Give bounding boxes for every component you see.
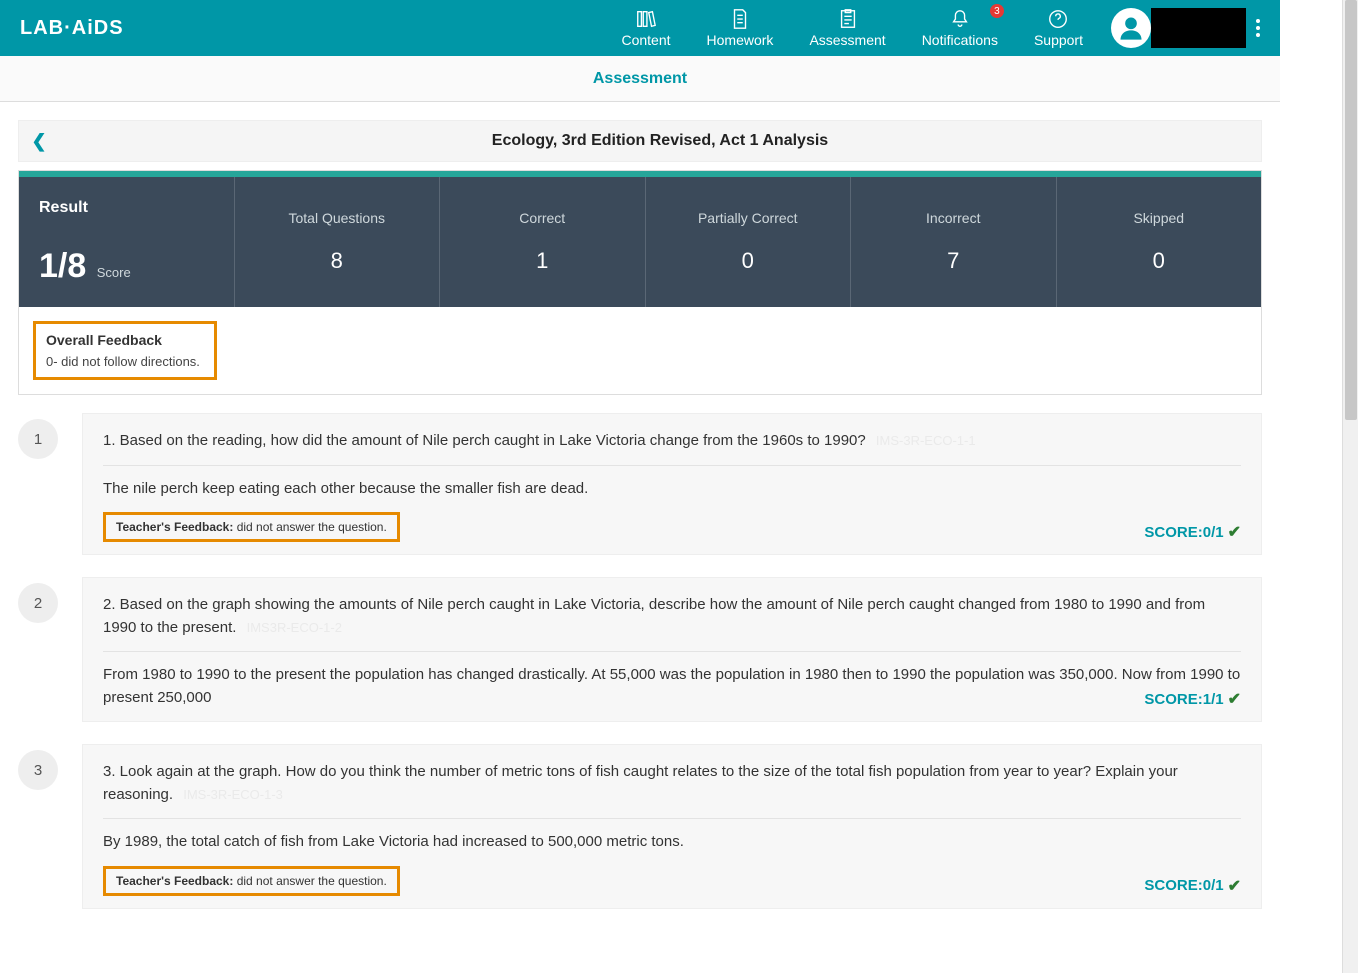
feedback-label: Teacher's Feedback: bbox=[116, 520, 233, 534]
books-icon bbox=[635, 8, 657, 30]
questions-list: 1 1. Based on the reading, how did the a… bbox=[18, 413, 1262, 909]
nav-label: Notifications bbox=[922, 32, 998, 48]
results-panel: Result 1/8 Score Total Questions 8 Corre… bbox=[18, 170, 1262, 395]
overall-feedback-text: 0- did not follow directions. bbox=[46, 354, 200, 369]
feedback-text: did not answer the question. bbox=[237, 874, 387, 888]
clipboard-icon bbox=[837, 8, 859, 30]
question-number: 2 bbox=[18, 583, 58, 623]
feedback-text: did not answer the question. bbox=[237, 520, 387, 534]
help-icon bbox=[1047, 8, 1069, 30]
col-value: 8 bbox=[331, 248, 343, 274]
nav-support[interactable]: Support bbox=[1016, 0, 1101, 56]
question-prompt: 1. Based on the reading, how did the amo… bbox=[103, 432, 866, 449]
question-score: SCORE: 0/1 ✔ bbox=[1144, 522, 1241, 542]
student-answer: From 1980 to 1990 to the present the pop… bbox=[103, 664, 1241, 709]
col-value: 1 bbox=[536, 248, 548, 274]
scrollbar[interactable]: ▴ bbox=[1342, 0, 1358, 973]
check-icon: ✔ bbox=[1228, 876, 1241, 896]
teacher-feedback-box: Teacher's Feedback: did not answer the q… bbox=[103, 866, 400, 896]
nav-label: Content bbox=[621, 32, 670, 48]
subheader: Assessment bbox=[0, 56, 1280, 102]
col-label: Incorrect bbox=[926, 210, 980, 226]
nav-notifications[interactable]: 3 Notifications bbox=[904, 0, 1016, 56]
question-code: IMS-3R-ECO-1-3 bbox=[183, 787, 283, 802]
question-number: 1 bbox=[18, 419, 58, 459]
check-icon: ✔ bbox=[1228, 689, 1241, 709]
overall-feedback-box: Overall Feedback 0- did not follow direc… bbox=[33, 321, 217, 380]
col-label: Partially Correct bbox=[698, 210, 798, 226]
col-label: Skipped bbox=[1133, 210, 1184, 226]
notification-badge: 3 bbox=[990, 4, 1004, 18]
bell-icon bbox=[949, 8, 971, 30]
result-label: Result bbox=[39, 199, 88, 217]
col-value: 7 bbox=[947, 248, 959, 274]
kebab-menu[interactable] bbox=[1256, 19, 1260, 37]
score-suffix: Score bbox=[97, 265, 131, 280]
topbar: LAB·AiDS Content Homework Assessment 3 bbox=[0, 0, 1280, 56]
question-number: 3 bbox=[18, 750, 58, 790]
question-row: 3 3. Look again at the graph. How do you… bbox=[18, 744, 1262, 909]
nav-assessment[interactable]: Assessment bbox=[791, 0, 903, 56]
student-answer: The nile perch keep eating each other be… bbox=[103, 478, 1241, 501]
nav-content[interactable]: Content bbox=[603, 0, 688, 56]
question-score: SCORE: 1/1 ✔ bbox=[1144, 689, 1241, 709]
nav-label: Support bbox=[1034, 32, 1083, 48]
username-redacted bbox=[1151, 8, 1246, 48]
question-code: IMS3R-ECO-1-2 bbox=[247, 620, 342, 635]
question-score: SCORE: 0/1 ✔ bbox=[1144, 876, 1241, 896]
col-label: Total Questions bbox=[289, 210, 386, 226]
teacher-feedback-box: Teacher's Feedback: did not answer the q… bbox=[103, 512, 400, 542]
assessment-title: Ecology, 3rd Edition Revised, Act 1 Anal… bbox=[59, 132, 1261, 150]
nav-label: Assessment bbox=[809, 32, 885, 48]
col-label: Correct bbox=[519, 210, 565, 226]
document-icon bbox=[729, 8, 751, 30]
col-value: 0 bbox=[1153, 248, 1165, 274]
question-row: 1 1. Based on the reading, how did the a… bbox=[18, 413, 1262, 555]
title-row: ❮ Ecology, 3rd Edition Revised, Act 1 An… bbox=[18, 120, 1262, 162]
nav-homework[interactable]: Homework bbox=[689, 0, 792, 56]
feedback-label: Teacher's Feedback: bbox=[116, 874, 233, 888]
question-row: 2 2. Based on the graph showing the amou… bbox=[18, 577, 1262, 722]
question-code: IMS-3R-ECO-1-1 bbox=[876, 433, 976, 448]
back-button[interactable]: ❮ bbox=[19, 131, 59, 152]
col-value: 0 bbox=[742, 248, 754, 274]
user-block[interactable] bbox=[1111, 8, 1246, 48]
check-icon: ✔ bbox=[1228, 522, 1241, 542]
score-value: 1/8 bbox=[39, 247, 86, 285]
subheader-title: Assessment bbox=[593, 70, 687, 88]
nav-label: Homework bbox=[707, 32, 774, 48]
logo: LAB·AiDS bbox=[20, 17, 124, 40]
student-answer: By 1989, the total catch of fish from La… bbox=[103, 831, 1241, 854]
scrollbar-thumb[interactable] bbox=[1345, 0, 1357, 420]
overall-feedback-title: Overall Feedback bbox=[46, 332, 200, 348]
avatar-icon bbox=[1111, 8, 1151, 48]
